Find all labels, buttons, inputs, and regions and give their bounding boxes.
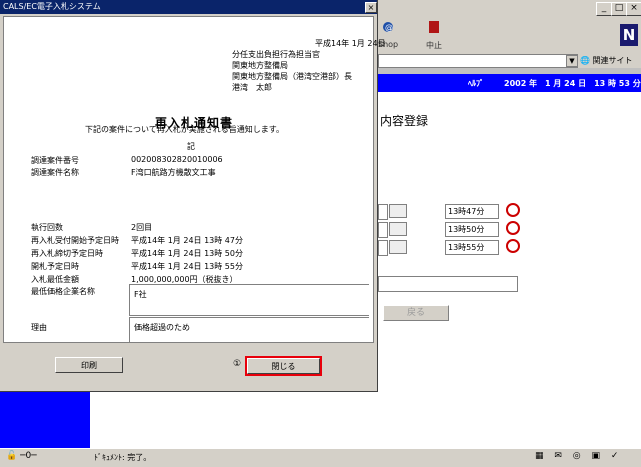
reason-value: 価格超過のため xyxy=(134,323,190,332)
field-label: 執行回数 xyxy=(31,223,63,232)
notice-dialog: CALS/EC電子入札システム × 平成14年 1月 24日 分任支出負担行為担… xyxy=(0,0,386,392)
sender-line: 港湾 太郎 xyxy=(232,83,272,92)
field-value: 2回目 xyxy=(131,223,153,232)
svg-text:@: @ xyxy=(385,23,393,32)
window-close-button[interactable]: × xyxy=(626,2,641,16)
field-label: 最低価格企業名称 xyxy=(31,287,95,296)
page-bottom xyxy=(90,392,378,448)
notice-intro: 下記の案件について再入札が実施される旨通知します。 xyxy=(85,125,284,134)
back-button[interactable]: 戻る xyxy=(383,305,449,321)
stop-icon[interactable] xyxy=(426,20,446,34)
field-label: 調達案件番号 xyxy=(31,156,79,165)
browser-toolbar: @ Shop 中止 xyxy=(378,18,641,54)
chevron-down-icon[interactable]: ▼ xyxy=(566,55,578,67)
netscape-logo-icon: N xyxy=(620,24,638,46)
field-label: 再入札締切予定日時 xyxy=(31,249,103,258)
field-label: 開札予定日時 xyxy=(31,262,79,271)
field-value: 平成14年 1月 24日 13時 47分 xyxy=(131,236,243,245)
time-input-open[interactable]: 13時55分 xyxy=(445,240,499,255)
page-heading: 内容登録 xyxy=(380,114,429,128)
field-label: 調達案件名称 xyxy=(31,168,79,177)
status-bar: 🔓 ─0─ ﾄﾞｷｭﾒﾝﾄ: 完了。 ▦ ✉ ◎ ▣ ✓ xyxy=(0,448,641,467)
status-icons: ▦ ✉ ◎ ▣ ✓ xyxy=(535,451,623,461)
field-label: 再入札受付開始予定日時 xyxy=(31,236,119,245)
status-text: ﾄﾞｷｭﾒﾝﾄ: 完了。 xyxy=(94,453,152,462)
time-input-start[interactable]: 13時47分 xyxy=(445,204,499,219)
stop-label[interactable]: 中止 xyxy=(426,40,442,51)
side-panel xyxy=(0,392,90,448)
calendar-icon[interactable] xyxy=(389,204,407,218)
print-button[interactable]: 印刷 xyxy=(55,357,123,373)
date-input[interactable] xyxy=(378,222,388,238)
page-content xyxy=(378,92,641,448)
clock-icon[interactable] xyxy=(506,239,520,253)
close-button[interactable]: 閉じる xyxy=(247,358,320,374)
notice-document: 平成14年 1月 24日 分任支出負担行為担当官 関東地方整備局 関東地方整備局… xyxy=(3,16,386,343)
reason-box: 価格超過のため xyxy=(129,317,369,342)
sender-line: 分任支出負担行為担当官 xyxy=(232,50,320,59)
help-link[interactable]: ﾍﾙﾌﾟ xyxy=(468,78,484,89)
field-value: 平成14年 1月 24日 13時 50分 xyxy=(131,249,243,258)
header-datetime: 2002 年 1 月 24 日 13 時 53 分 xyxy=(504,79,641,88)
dialog-close-icon[interactable]: × xyxy=(365,2,377,13)
related-sites-icon: 🌐 xyxy=(580,56,590,65)
lock-icon[interactable]: 🔓 ─0─ xyxy=(6,451,37,461)
text-input[interactable] xyxy=(378,276,518,292)
step-marker: ① xyxy=(233,359,242,369)
field-label: 理由 xyxy=(31,323,47,332)
time-input-deadline[interactable]: 13時50分 xyxy=(445,222,499,237)
dialog-title: CALS/EC電子入札システム xyxy=(0,0,377,14)
clock-icon[interactable] xyxy=(506,221,520,235)
minimize-button[interactable]: _ xyxy=(596,2,612,16)
date-input[interactable] xyxy=(378,204,388,220)
field-value: 平成14年 1月 24日 13時 55分 xyxy=(131,262,243,271)
lowest-company-value: F社 xyxy=(134,290,147,299)
calendar-icon[interactable] xyxy=(389,222,407,236)
maximize-button[interactable]: □ xyxy=(611,2,627,16)
location-field[interactable] xyxy=(378,54,578,68)
related-sites-button[interactable]: 🌐 関連サイト xyxy=(580,55,633,66)
site-header-bar: ﾍﾙﾌﾟ 2002 年 1 月 24 日 13 時 53 分 xyxy=(378,74,641,92)
clock-icon[interactable] xyxy=(506,203,520,217)
date-input[interactable] xyxy=(378,240,388,256)
notice-date: 平成14年 1月 24日 xyxy=(315,39,386,48)
sender-line: 関東地方整備局 xyxy=(232,61,288,70)
field-value: F湾口航路方機散文工事 xyxy=(131,168,216,177)
sender-line: 関東地方整備局（港湾空港部）長 xyxy=(232,72,352,81)
shop-icon[interactable]: @ xyxy=(380,20,400,34)
field-value: 002008302820010006 xyxy=(131,155,223,164)
field-label: 入札最低金額 xyxy=(31,275,79,284)
ki-mark: 記 xyxy=(187,142,195,151)
calendar-icon[interactable] xyxy=(389,240,407,254)
lowest-company-box: F社 xyxy=(129,284,369,316)
